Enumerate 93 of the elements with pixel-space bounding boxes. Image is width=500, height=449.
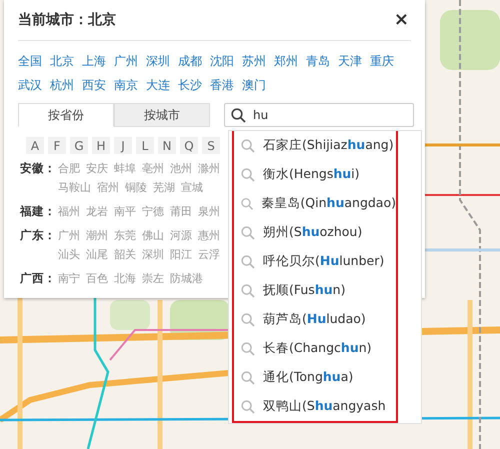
city-link[interactable]: 南宁: [58, 269, 80, 288]
city-link[interactable]: 滁州: [198, 159, 220, 178]
city-link[interactable]: 惠州: [198, 226, 220, 245]
suggestion-item[interactable]: 双鸭山(Shuangyash: [234, 392, 396, 421]
city-link[interactable]: 南京: [114, 73, 138, 97]
suggestion-item[interactable]: 葫芦岛(Huludao): [234, 305, 396, 334]
search-icon: [241, 138, 255, 152]
letter-button[interactable]: J: [114, 137, 132, 154]
letter-button[interactable]: F: [48, 137, 66, 154]
city-link[interactable]: 东莞: [114, 226, 136, 245]
city-link[interactable]: 泉州: [198, 202, 220, 221]
city-link[interactable]: 宁德: [142, 202, 164, 221]
search-icon: [241, 196, 254, 210]
city-link[interactable]: 深圳: [146, 49, 170, 73]
search-icon: [241, 370, 255, 384]
city-link[interactable]: 莆田: [170, 202, 192, 221]
province-label: 广东：: [20, 227, 57, 244]
tab[interactable]: 按城市: [114, 103, 210, 127]
city-link[interactable]: 青岛: [306, 49, 330, 73]
city-link[interactable]: 云浮: [198, 245, 220, 264]
city-link[interactable]: 北京: [50, 49, 74, 73]
search-icon: [241, 284, 255, 298]
suggestion-item[interactable]: 抚顺(Fushun): [234, 276, 396, 305]
letter-button[interactable]: L: [136, 137, 154, 154]
search-icon: [241, 312, 255, 326]
letter-button[interactable]: N: [158, 137, 176, 154]
city-link[interactable]: 蚌埠: [114, 159, 136, 178]
city-link[interactable]: 沈阳: [210, 49, 234, 73]
suggestion-item[interactable]: 通化(Tonghua): [234, 363, 396, 392]
city-link[interactable]: 武汉: [18, 73, 42, 97]
city-link[interactable]: 广州: [114, 49, 138, 73]
city-link[interactable]: 西安: [82, 73, 106, 97]
city-link[interactable]: 安庆: [86, 159, 108, 178]
city-link[interactable]: 香港: [210, 73, 234, 97]
city-link[interactable]: 亳州: [142, 159, 164, 178]
letter-button[interactable]: H: [92, 137, 110, 154]
city-link[interactable]: 全国: [18, 49, 42, 73]
letter-button[interactable]: G: [70, 137, 88, 154]
city-link[interactable]: 铜陵: [125, 178, 147, 197]
city-link[interactable]: 韶关: [114, 245, 136, 264]
search-icon: [241, 400, 255, 414]
city-link[interactable]: 重庆: [370, 49, 394, 73]
city-link[interactable]: 广州: [58, 226, 80, 245]
province-label: 广西：: [20, 270, 57, 287]
city-link[interactable]: 龙岩: [86, 202, 108, 221]
city-link[interactable]: 成都: [178, 49, 202, 73]
city-link[interactable]: 池州: [170, 159, 192, 178]
search-icon: [241, 168, 255, 182]
city-link[interactable]: 百色: [86, 269, 108, 288]
city-link[interactable]: 大连: [146, 73, 170, 97]
city-link[interactable]: 天津: [338, 49, 362, 73]
city-link[interactable]: 河源: [170, 226, 192, 245]
city-link[interactable]: 郑州: [274, 49, 298, 73]
city-link[interactable]: 南平: [114, 202, 136, 221]
letter-button[interactable]: A: [26, 137, 44, 154]
city-link[interactable]: 苏州: [242, 49, 266, 73]
city-link[interactable]: 汕尾: [86, 245, 108, 264]
tab[interactable]: 按省份: [18, 103, 114, 127]
city-link[interactable]: 澳门: [242, 73, 266, 97]
letter-button[interactable]: S: [202, 137, 220, 154]
city-link[interactable]: 杭州: [50, 73, 74, 97]
city-link[interactable]: 汕头: [58, 245, 80, 264]
search-icon: [241, 226, 255, 240]
suggestion-item[interactable]: 朔州(Shuozhou): [234, 218, 396, 247]
city-link[interactable]: 福州: [58, 202, 80, 221]
suggestion-item[interactable]: 衡水(Hengshui): [234, 160, 396, 189]
city-link[interactable]: 崇左: [142, 269, 164, 288]
city-link[interactable]: 合肥: [58, 159, 80, 178]
suggestion-item[interactable]: 长春(Changchun): [234, 334, 396, 363]
city-link[interactable]: 长沙: [178, 73, 202, 97]
suggestion-item[interactable]: 石家庄(Shijiazhuang): [234, 131, 396, 160]
city-link[interactable]: 宣城: [181, 178, 203, 197]
city-link[interactable]: 芜湖: [153, 178, 175, 197]
search-icon: [241, 342, 255, 356]
search-icon: [231, 108, 246, 123]
city-link[interactable]: 马鞍山: [58, 178, 91, 197]
province-label: 安徽：: [20, 160, 57, 177]
search-field[interactable]: hu: [224, 103, 414, 127]
suggestion-item[interactable]: 秦皇岛(Qinhuangdao): [234, 189, 396, 218]
letter-button[interactable]: Q: [180, 137, 198, 154]
city-link[interactable]: 防城港: [170, 269, 203, 288]
suggestion-item[interactable]: 呼伦贝尔(Hulunber): [234, 247, 396, 276]
province-label: 福建：: [20, 203, 57, 220]
city-link[interactable]: 北海: [114, 269, 136, 288]
city-link[interactable]: 上海: [82, 49, 106, 73]
search-icon: [241, 254, 255, 268]
close-button[interactable]: ×: [392, 11, 411, 29]
city-link[interactable]: 潮州: [86, 226, 108, 245]
panel-title: 当前城市：北京: [18, 11, 116, 29]
city-link[interactable]: 宿州: [97, 178, 119, 197]
city-link[interactable]: 深圳: [142, 245, 164, 264]
city-link[interactable]: 阳江: [170, 245, 192, 264]
city-link[interactable]: 佛山: [142, 226, 164, 245]
